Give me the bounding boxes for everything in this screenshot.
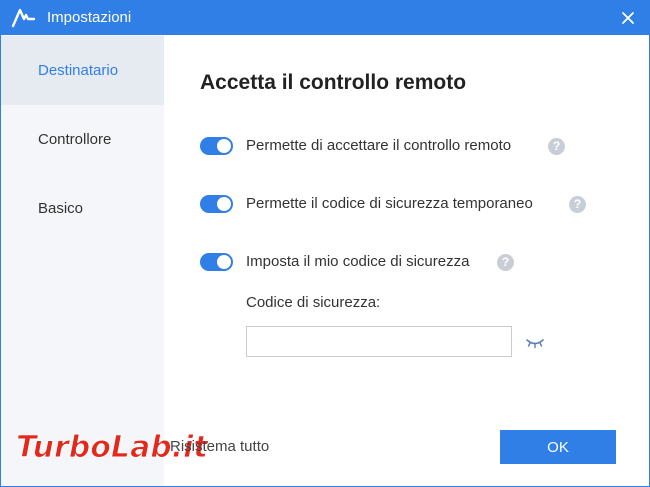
temporary-code-toggle[interactable] [200,195,233,213]
help-icon[interactable]: ? [497,254,514,271]
toggle-knob [217,197,231,211]
sidebar-item-basico[interactable]: Basico [1,174,164,243]
own-code-toggle[interactable] [200,253,233,271]
option-label: Permette il codice di sicurezza temporan… [246,195,533,212]
app-logo-icon [11,8,36,28]
ok-button[interactable]: OK [500,430,616,464]
sidebar: Destinatario Controllore Basico [1,35,164,486]
main-panel: Accetta il controllo remoto Permette di … [16,35,649,486]
help-icon[interactable]: ? [569,196,586,213]
close-icon[interactable] [617,7,639,29]
eye-hidden-icon[interactable] [525,335,545,349]
security-code-label: Codice di sicurezza: [246,294,381,311]
sidebar-item-controllore[interactable]: Controllore [1,105,164,174]
page-title: Accetta il controllo remoto [200,71,467,94]
toggle-knob [217,255,231,269]
accept-remote-toggle[interactable] [200,137,233,155]
title-bar: Impostazioni [1,1,649,35]
settings-window: Impostazioni Destinatario Controllore Ba… [0,0,650,487]
security-code-input[interactable] [246,326,512,357]
sidebar-item-destinatario[interactable]: Destinatario [1,36,164,105]
toggle-knob [217,139,231,153]
option-label: Permette di accettare il controllo remot… [246,137,512,154]
option-label: Imposta il mio codice di sicurezza [246,253,470,270]
help-icon[interactable]: ? [548,138,565,155]
window-title: Impostazioni [47,9,132,26]
reset-all-link[interactable]: Risistema tutto [170,438,269,455]
